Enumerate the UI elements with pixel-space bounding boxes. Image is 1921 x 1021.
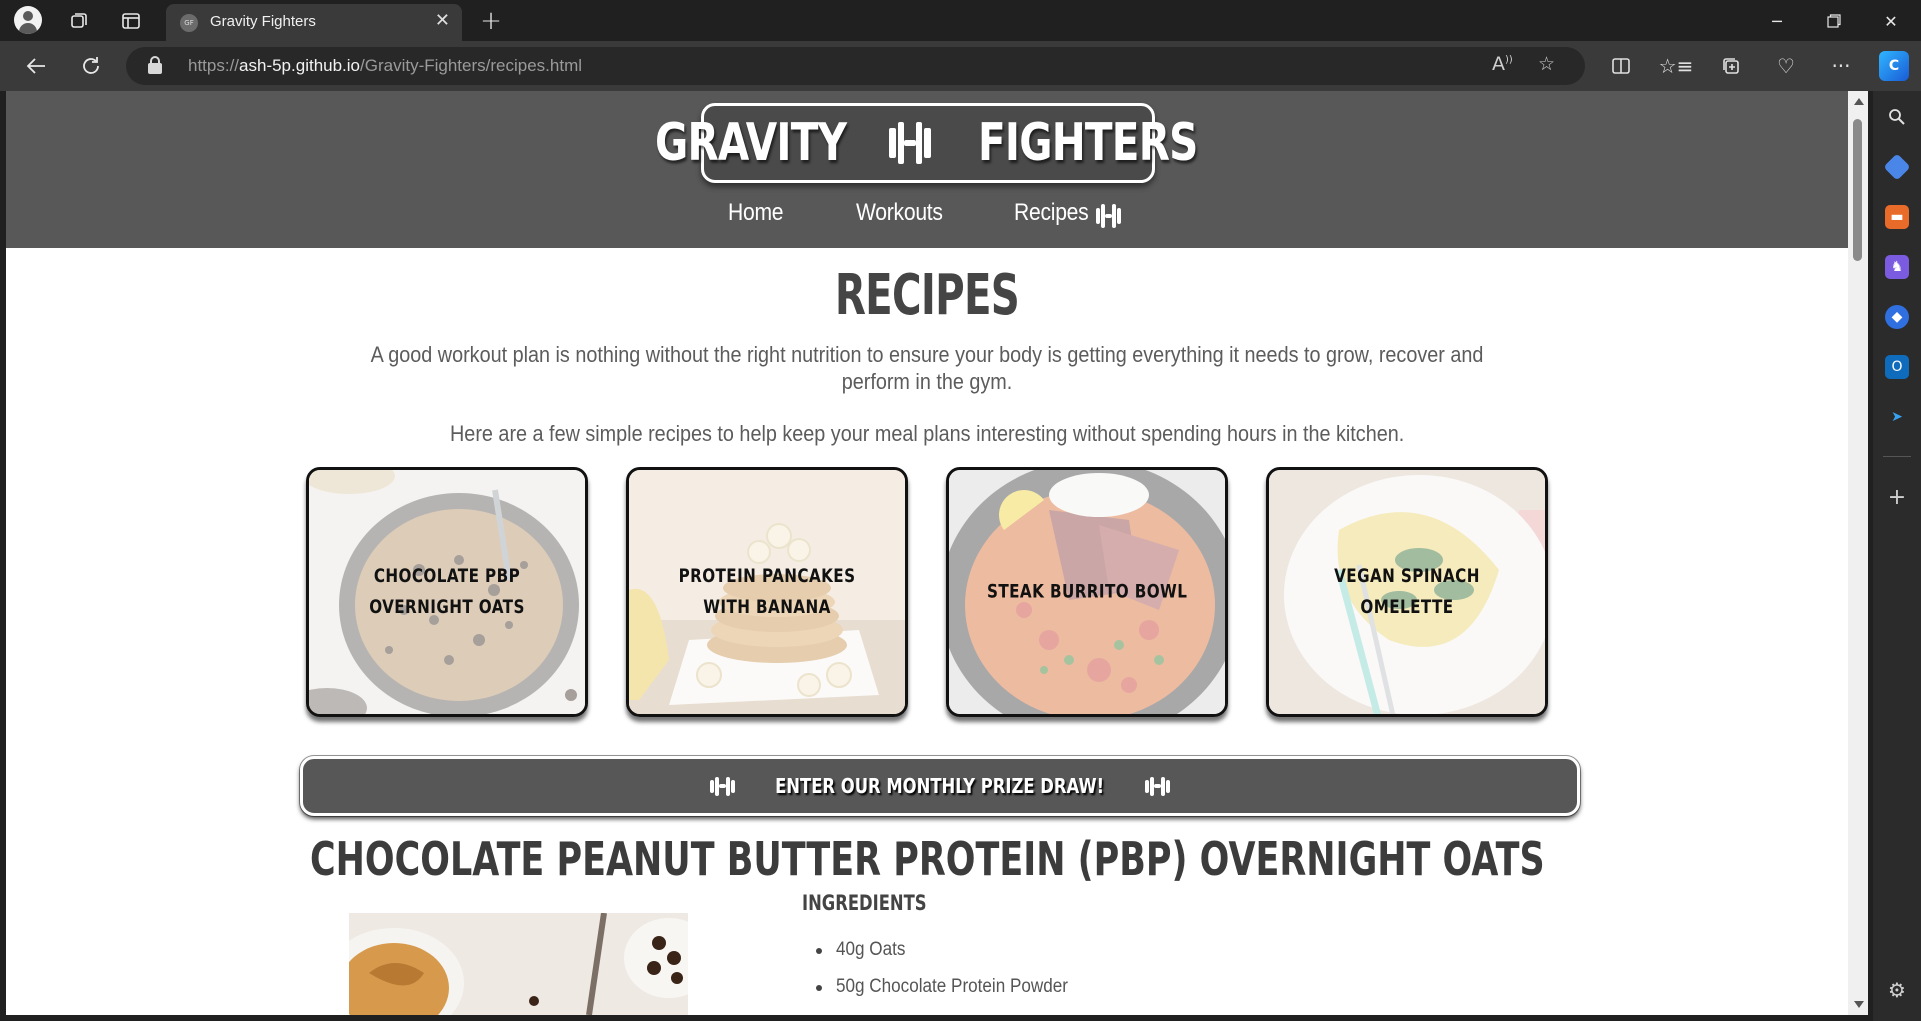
logo-text-left: GRAVITY <box>654 113 847 173</box>
back-icon[interactable] <box>21 51 51 81</box>
nav-workouts[interactable]: Workouts <box>856 199 955 227</box>
recipe-card-label: VEGAN SPINACH OMELETTE <box>1334 565 1480 618</box>
intro-paragraph-1: A good workout plan is nothing without t… <box>370 342 1484 394</box>
lock-icon[interactable] <box>148 56 162 74</box>
dumbbell-icon <box>888 122 931 164</box>
recipe-card-label: PROTEIN PANCAKES WITH BANANA <box>678 565 856 618</box>
recipe-card-steak-burrito-bowl[interactable]: STEAK BURRITO BOWL <box>946 467 1228 717</box>
browser-tab-active[interactable]: GF Gravity Fighters ✕ <box>166 4 462 41</box>
collections-icon[interactable] <box>1716 51 1746 81</box>
page-scrollbar[interactable] <box>1848 91 1868 1015</box>
outlook-icon[interactable]: O <box>1885 355 1909 379</box>
nav-recipes[interactable]: Recipes <box>1014 199 1121 228</box>
browser-toolbar: https://ash-5p.github.io/Gravity-Fighter… <box>0 41 1921 91</box>
favorite-star-icon[interactable]: ☆ <box>1538 53 1555 75</box>
minimize-icon[interactable]: ─ <box>1754 6 1800 36</box>
more-menu-icon[interactable]: ··· <box>1826 51 1856 81</box>
restore-icon[interactable] <box>1811 6 1857 36</box>
site-header: GRAVITY FIGHTERS Home Workouts Recipes <box>6 91 1848 248</box>
recipe-card-protein-pancakes[interactable]: PROTEIN PANCAKES WITH BANANA <box>626 467 908 717</box>
nav-home[interactable]: Home <box>728 199 791 227</box>
recipe-card-label: CHOCOLATE PBP OVERNIGHT OATS <box>369 565 525 618</box>
site-favicon-icon: GF <box>180 14 198 32</box>
scroll-down-icon[interactable] <box>1854 1001 1864 1008</box>
read-aloud-icon[interactable]: A)) <box>1492 53 1513 75</box>
sidebar-settings-gear-icon[interactable]: ⚙ <box>1885 978 1909 1002</box>
list-item: 40g Oats <box>814 939 1094 976</box>
prize-draw-button[interactable]: ENTER OUR MONTHLY PRIZE DRAW! <box>300 756 1580 816</box>
ingredients-list: 40g Oats 50g Chocolate Protein Powder <box>814 939 1094 1013</box>
sidebar-divider <box>1883 456 1911 457</box>
url-text[interactable]: https://ash-5p.github.io/Gravity-Fighter… <box>188 56 582 76</box>
sidebar-search-icon[interactable] <box>1885 105 1909 129</box>
ingredients-heading: INGREDIENTS <box>802 891 927 915</box>
new-tab-icon[interactable]: + <box>478 6 504 36</box>
logo-text-right: FIGHTERS <box>977 113 1198 173</box>
site-logo[interactable]: GRAVITY FIGHTERS <box>655 103 1198 183</box>
copilot-icon[interactable]: C <box>1879 51 1909 81</box>
scrollbar-thumb[interactable] <box>1853 119 1862 261</box>
scroll-up-icon[interactable] <box>1854 98 1864 105</box>
refresh-icon[interactable] <box>76 51 106 81</box>
prize-draw-label: ENTER OUR MONTHLY PRIZE DRAW! <box>775 774 1105 798</box>
browser-titlebar: GF Gravity Fighters ✕ + ─ ✕ <box>0 0 1921 41</box>
tools-briefcase-icon[interactable]: ▬ <box>1885 205 1909 229</box>
page-viewport: GRAVITY FIGHTERS Home Workouts Recipes R… <box>6 91 1848 1015</box>
recipe-ingredients-image <box>349 913 688 1015</box>
shopping-tag-icon[interactable] <box>1883 153 1911 181</box>
nav-dumbbell-icon <box>1096 204 1121 228</box>
dumbbell-icon <box>710 776 736 796</box>
recipe-title: CHOCOLATE PEANUT BUTTER PROTEIN (PBP) OV… <box>309 832 1545 886</box>
edge-sidebar: ▬ ♞ ◆ O ➤ + ⚙ <box>1873 91 1921 1021</box>
recipe-card-overnight-oats[interactable]: CHOCOLATE PBP OVERNIGHT OATS <box>306 467 588 717</box>
recipe-card-label: STEAK BURRITO BOWL <box>986 580 1188 603</box>
browser-essentials-icon[interactable]: ♡ <box>1771 51 1801 81</box>
vertical-tabs-icon[interactable] <box>118 8 144 34</box>
workspaces-icon[interactable] <box>66 8 92 34</box>
intro-paragraph-2: Here are a few simple recipes to help ke… <box>449 421 1405 446</box>
list-item: 50g Chocolate Protein Powder <box>814 976 1094 1013</box>
page-title: RECIPES <box>834 263 1020 328</box>
close-window-icon[interactable]: ✕ <box>1868 6 1914 36</box>
split-screen-icon[interactable] <box>1606 51 1636 81</box>
send-icon[interactable]: ➤ <box>1885 405 1909 429</box>
dumbbell-icon <box>1144 776 1170 796</box>
tab-title: Gravity Fighters <box>210 13 316 30</box>
copilot-sidebar-icon[interactable]: ◆ <box>1885 305 1909 329</box>
favorites-icon[interactable]: ☆≡ <box>1659 51 1694 81</box>
profile-avatar-icon[interactable] <box>14 6 42 34</box>
games-icon[interactable]: ♞ <box>1885 255 1909 279</box>
address-bar[interactable]: https://ash-5p.github.io/Gravity-Fighter… <box>126 47 1585 85</box>
recipe-card-vegan-spinach-omelette[interactable]: VEGAN SPINACH OMELETTE <box>1266 467 1548 717</box>
tab-close-icon[interactable]: ✕ <box>435 10 450 31</box>
add-sidebar-app-icon[interactable]: + <box>1885 485 1909 510</box>
